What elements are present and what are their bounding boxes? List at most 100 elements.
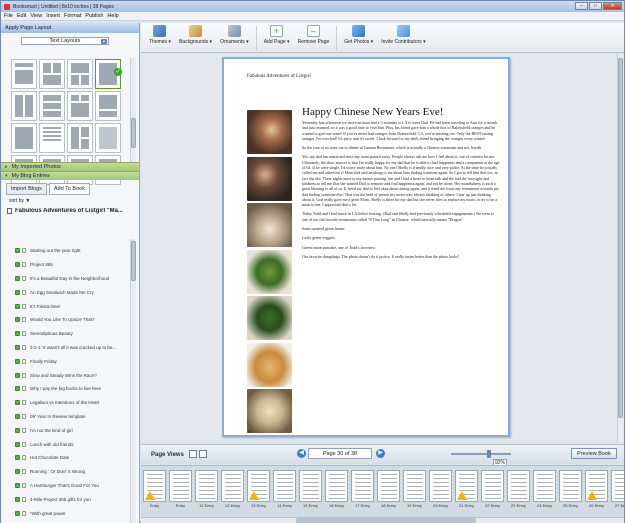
post-title[interactable]: Happy Chinese New Years Eve! <box>302 106 443 118</box>
page-indicator[interactable]: Page 30 of 38 <box>308 448 372 459</box>
maximize-button[interactable]: □ <box>589 2 602 10</box>
blog-entry-item[interactable]: *With great power <box>1 506 129 520</box>
menu-help[interactable]: Help <box>107 13 118 19</box>
entry-checkbox[interactable] <box>15 358 20 364</box>
photo-restaurant[interactable] <box>247 203 292 247</box>
blog-entry-item[interactable]: Starting out the year right <box>1 244 129 258</box>
photo-dinner[interactable] <box>247 156 292 201</box>
entry-checkbox[interactable] <box>15 262 20 268</box>
add-page-button[interactable]: + Add Page ▾ <box>260 23 294 45</box>
page-thumbnail[interactable] <box>611 470 624 502</box>
menu-insert[interactable]: Insert <box>46 13 60 19</box>
themes-button[interactable]: Themes ▾ <box>145 23 175 45</box>
entry-checkbox[interactable] <box>15 482 20 488</box>
page-thumbnail[interactable] <box>325 470 348 502</box>
layout-thumb[interactable] <box>11 59 37 89</box>
minimize-button[interactable]: – <box>575 2 588 10</box>
spread-view-icon[interactable] <box>199 450 207 458</box>
page-thumbnail[interactable] <box>455 470 478 502</box>
blog-entry-item[interactable]: Project 365 <box>1 258 129 272</box>
import-blogs-tab[interactable]: Import Blogs <box>6 183 47 195</box>
entry-checkbox[interactable] <box>15 455 20 461</box>
backgrounds-button[interactable]: Backgrounds ▾ <box>175 23 216 45</box>
layout-thumb[interactable] <box>39 91 65 121</box>
entry-checkbox[interactable] <box>15 289 20 295</box>
page-thumbnail[interactable] <box>195 470 218 502</box>
layout-thumb[interactable] <box>11 123 37 153</box>
blog-entry-item[interactable]: Would You Like To Upsize That? <box>1 313 129 327</box>
entry-checkbox[interactable] <box>15 331 20 337</box>
entry-checkbox[interactable] <box>15 510 20 516</box>
layout-thumb[interactable] <box>39 59 65 89</box>
page-thumbnail[interactable] <box>221 470 244 502</box>
photo-leafy-greens[interactable] <box>247 296 292 340</box>
page-thumbnail[interactable] <box>585 470 608 502</box>
preview-book-button[interactable]: Preview Book <box>571 448 617 459</box>
blog-entry-item[interactable]: It's Fiesta time! <box>1 299 129 313</box>
filmstrip-scrollbar[interactable] <box>141 517 624 523</box>
entry-checkbox[interactable] <box>15 317 20 323</box>
blog-entry-item[interactable]: Slow and Steady Wins the Race? <box>1 368 129 382</box>
blog-entry-item[interactable]: It's a Beautiful Day in the Neighborhood <box>1 272 129 286</box>
blog-entry-item[interactable]: 3-2-1: It wasn't all it was cracked up t… <box>1 341 129 355</box>
layout-thumb[interactable] <box>39 123 65 153</box>
blog-entry-item[interactable]: Running : Or Doin' It Wrong <box>1 465 129 479</box>
blog-entries-header[interactable]: ▾ My Blog Entries <box>1 171 139 180</box>
layout-thumb[interactable] <box>95 91 121 121</box>
entry-checkbox[interactable] <box>15 303 20 309</box>
imported-photos-header[interactable]: ▸ My Imported Photos <box>1 162 139 171</box>
entry-checkbox[interactable] <box>15 496 20 502</box>
page-thumbnail[interactable] <box>143 470 166 502</box>
layout-thumb[interactable] <box>67 123 93 153</box>
page-thumbnail[interactable] <box>429 470 452 502</box>
page-thumbnail[interactable] <box>247 470 270 502</box>
zoom-slider-knob[interactable] <box>487 450 491 458</box>
entry-checkbox[interactable] <box>15 427 20 433</box>
menu-edit[interactable]: Edit <box>17 13 26 19</box>
blog-entry-item[interactable]: Hot Chocolate Date <box>1 451 129 465</box>
next-page-icon[interactable]: ▶ <box>376 449 385 458</box>
menu-format[interactable]: Format <box>64 13 81 19</box>
page-thumbnail[interactable] <box>299 470 322 502</box>
invite-contributors-button[interactable]: Invite Contributors ▾ <box>377 23 429 45</box>
page-thumbnail[interactable] <box>351 470 374 502</box>
layout-type-select[interactable]: Text Layouts ▼ <box>21 37 109 45</box>
photo-dad[interactable] <box>247 110 292 154</box>
sort-by-dropdown[interactable]: sort by ▼ <box>9 198 139 204</box>
blog-entry-item[interactable]: Finally Friday <box>1 354 129 368</box>
zoom-slider[interactable] <box>451 450 511 458</box>
close-button[interactable]: ✕ <box>603 2 622 10</box>
blog-entry-item[interactable]: Lunch with old friends <box>1 437 129 451</box>
layout-thumb[interactable] <box>11 91 37 121</box>
page-thumbnail[interactable] <box>377 470 400 502</box>
prev-page-icon[interactable]: ◀ <box>297 449 306 458</box>
canvas-scrollbar[interactable] <box>617 54 623 442</box>
blog-title[interactable]: Fabulous Adventures of Listgirl "Ma... <box>7 208 131 214</box>
get-photos-button[interactable]: Get Photos ▾ <box>340 23 377 45</box>
menu-file[interactable]: File <box>4 13 13 19</box>
entry-checkbox[interactable] <box>15 400 20 406</box>
entry-checkbox[interactable] <box>15 469 20 475</box>
page-thumbnail[interactable] <box>169 470 192 502</box>
blog-entry-item[interactable]: 4-Mile Project 365 gifts for you <box>1 492 129 506</box>
entry-checkbox[interactable] <box>15 413 20 419</box>
entry-checkbox[interactable] <box>15 344 20 350</box>
photo-dumplings[interactable] <box>247 389 292 433</box>
blog-entry-item[interactable]: An Egg Sandwich Made Me Cry <box>1 285 129 299</box>
photo-onion-pancake[interactable] <box>247 342 292 387</box>
page-thumbnail[interactable] <box>559 470 582 502</box>
menu-publish[interactable]: Publish <box>85 13 103 19</box>
page-thumbnail[interactable] <box>403 470 426 502</box>
page-thumbnail[interactable] <box>273 470 296 502</box>
entry-checkbox[interactable] <box>15 441 20 447</box>
layout-scrollbar[interactable] <box>130 58 136 178</box>
add-to-book-tab[interactable]: Add To Book <box>48 183 90 195</box>
entry-checkbox[interactable] <box>15 386 20 392</box>
layout-thumb-selected[interactable]: ✓ <box>95 59 122 89</box>
page-thumbnail[interactable] <box>533 470 556 502</box>
layout-thumb[interactable] <box>67 91 93 121</box>
post-body[interactable]: Yesterday late afternoon we drove an hou… <box>302 120 500 263</box>
ornaments-button[interactable]: Ornaments ▾ <box>216 23 253 45</box>
entry-checkbox[interactable] <box>15 275 20 281</box>
entry-checkbox[interactable] <box>15 372 20 378</box>
